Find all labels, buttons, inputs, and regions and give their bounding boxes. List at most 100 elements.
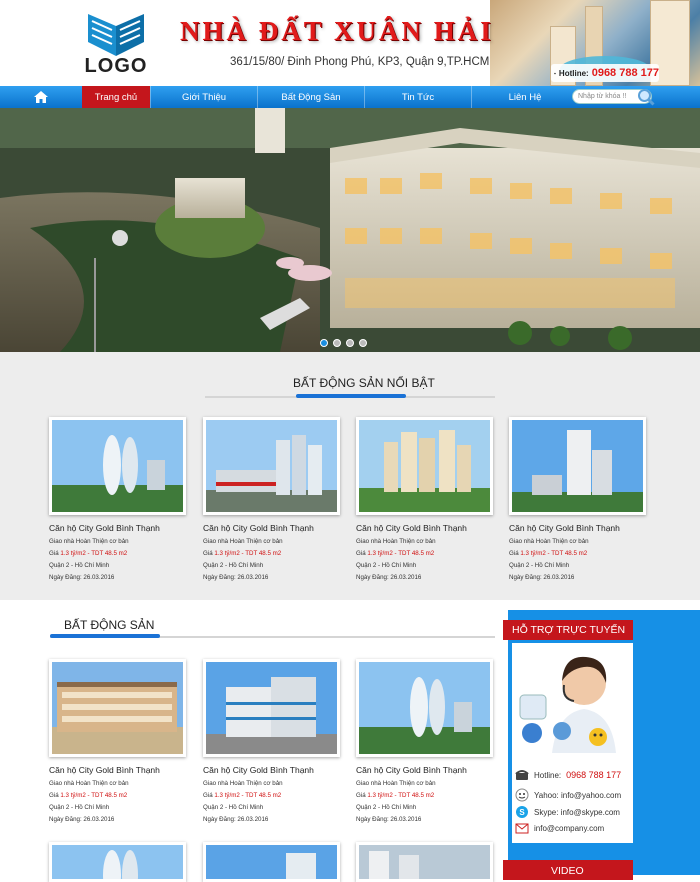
card-name[interactable]: Căn hộ City Gold Bình Thạnh bbox=[49, 523, 186, 533]
card-name[interactable]: Căn hộ City Gold Bình Thạnh bbox=[356, 765, 493, 775]
photo-office-building bbox=[206, 662, 337, 754]
card-date: Ngày Đăng: 26.03.2016 bbox=[49, 574, 186, 581]
property-photo[interactable] bbox=[203, 842, 340, 882]
card-name[interactable]: Căn hộ City Gold Bình Thạnh bbox=[509, 523, 646, 533]
property-photo[interactable] bbox=[356, 417, 493, 515]
yahoo-icon bbox=[515, 788, 529, 802]
support-hotline[interactable]: Hotline: 0968 788 177 bbox=[515, 769, 621, 781]
photo-resort bbox=[52, 662, 183, 754]
video-title: VIDEO bbox=[503, 860, 633, 880]
property-photo[interactable] bbox=[49, 842, 186, 882]
header-hotline[interactable]: Hotline: 0968 788 177 bbox=[551, 64, 659, 82]
featured-card[interactable]: Căn hộ City Gold Bình Thạnh Giao nhà Hoà… bbox=[49, 417, 186, 581]
nav-item-news[interactable]: Tin Tức bbox=[364, 86, 471, 108]
price-label: Giá bbox=[356, 550, 366, 557]
featured-card[interactable]: Căn hộ City Gold Bình Thạnh Giao nhà Hoà… bbox=[203, 417, 340, 581]
price-label: Giá bbox=[49, 550, 59, 557]
card-location: Quận 2 - Hồ Chí Minh bbox=[356, 804, 493, 811]
card-name[interactable]: Căn hộ City Gold Bình Thạnh bbox=[49, 765, 186, 775]
card-desc: Giao nhà Hoàn Thiện cơ bản bbox=[49, 780, 186, 787]
search-input[interactable]: Nhập từ khóa !! bbox=[572, 89, 652, 104]
slider-dot-2[interactable] bbox=[333, 339, 341, 347]
featured-title: BẤT ĐỘNG SẢN NỔI BẬT bbox=[293, 376, 435, 390]
nav-home[interactable] bbox=[0, 86, 82, 108]
property-photo[interactable] bbox=[509, 417, 646, 515]
card-price-line: Giá 1.3 tỷ/m2 - TDT 48.5 m2 bbox=[49, 550, 186, 557]
photo-towers-curved bbox=[52, 420, 183, 512]
property-photo[interactable] bbox=[356, 659, 493, 757]
nav-item-home[interactable]: Trang chủ bbox=[82, 86, 150, 108]
card-date: Ngày Đăng: 26.03.2016 bbox=[203, 816, 340, 823]
featured-card[interactable]: Căn hộ City Gold Bình Thạnh Giao nhà Hoà… bbox=[356, 417, 493, 581]
photo-building-partial bbox=[206, 845, 337, 879]
card-price-line: Giá 1.3 tỷ/m2 - TDT 48.5 m2 bbox=[203, 792, 340, 799]
property-photo[interactable] bbox=[203, 659, 340, 757]
card-price-line: Giá 1.3 tỷ/m2 - TDT 48.5 m2 bbox=[49, 792, 186, 799]
logo-text: LOGO bbox=[80, 55, 152, 78]
price-label: Giá bbox=[356, 792, 366, 799]
support-yahoo[interactable]: Yahoo: info@yahoo.com bbox=[515, 788, 621, 802]
listing-card[interactable]: Căn hộ City Gold Bình Thạnh Giao nhà Hoà… bbox=[203, 659, 340, 823]
card-location: Quận 2 - Hồ Chí Minh bbox=[509, 562, 646, 569]
photo-mall-towers bbox=[206, 420, 337, 512]
skype-icon: S bbox=[515, 805, 529, 819]
card-desc: Giao nhà Hoàn Thiện cơ bản bbox=[49, 538, 186, 545]
card-desc: Giao nhà Hoàn Thiện cơ bản bbox=[509, 538, 646, 545]
card-price: 1.3 tỷ/m2 - TDT 48.5 m2 bbox=[214, 792, 281, 799]
card-desc: Giao nhà Hoàn Thiện cơ bản bbox=[356, 780, 493, 787]
card-date: Ngày Đăng: 26.03.2016 bbox=[49, 816, 186, 823]
slider-dot-3[interactable] bbox=[346, 339, 354, 347]
card-date: Ngày Đăng: 26.03.2016 bbox=[203, 574, 340, 581]
support-hotline-label: Hotline: bbox=[534, 771, 561, 780]
card-price-line: Giá 1.3 tỷ/m2 - TDT 48.5 m2 bbox=[509, 550, 646, 557]
listing-card[interactable]: Căn hộ City Gold Bình Thạnh Giao nhà Hoà… bbox=[49, 659, 186, 823]
property-photo[interactable] bbox=[49, 659, 186, 757]
card-price: 1.3 tỷ/m2 - TDT 48.5 m2 bbox=[60, 792, 127, 799]
featured-card[interactable]: Căn hộ City Gold Bình Thạnh Giao nhà Hoà… bbox=[509, 417, 646, 581]
card-name[interactable]: Căn hộ City Gold Bình Thạnh bbox=[356, 523, 493, 533]
photo-towers-curved bbox=[359, 662, 490, 754]
support-email[interactable]: info@company.com bbox=[515, 822, 604, 834]
listing-card-partial[interactable] bbox=[356, 842, 493, 882]
home-icon bbox=[34, 91, 48, 103]
card-price-line: Giá 1.3 tỷ/m2 - TDT 48.5 m2 bbox=[203, 550, 340, 557]
slider-dot-1[interactable] bbox=[320, 339, 328, 347]
support-skype[interactable]: S Skype: info@skype.com bbox=[515, 805, 620, 819]
search-placeholder: Nhập từ khóa !! bbox=[578, 93, 626, 100]
listing-title: BẤT ĐỘNG SẢN bbox=[64, 618, 154, 632]
slider-dots bbox=[320, 339, 367, 347]
nav-item-real-estate[interactable]: Bất Động Sản bbox=[257, 86, 364, 108]
phone-icon bbox=[554, 68, 556, 79]
svg-text:S: S bbox=[519, 808, 525, 817]
listing-card[interactable]: Căn hộ City Gold Bình Thạnh Giao nhà Hoà… bbox=[356, 659, 493, 823]
hotline-label: Hotline: bbox=[559, 69, 589, 78]
hero-banner[interactable] bbox=[0, 108, 700, 352]
listing-card-partial[interactable] bbox=[203, 842, 340, 882]
site-title: NHÀ ĐẤT XUÂN HẢI bbox=[180, 16, 494, 47]
nav-item-contact[interactable]: Liên Hệ bbox=[471, 86, 578, 108]
search-icon[interactable] bbox=[637, 88, 655, 106]
nav-item-about[interactable]: Giới Thiệu bbox=[150, 86, 257, 108]
support-yahoo-text: Yahoo: info@yahoo.com bbox=[534, 791, 621, 800]
card-desc: Giao nhà Hoàn Thiện cơ bản bbox=[203, 538, 340, 545]
featured-accent-bar bbox=[296, 394, 406, 398]
email-icon bbox=[515, 822, 529, 834]
support-agent-image bbox=[512, 643, 633, 763]
card-desc: Giao nhà Hoàn Thiện cơ bản bbox=[203, 780, 340, 787]
phone-icon bbox=[515, 769, 529, 781]
main-navigation: Trang chủ Giới Thiệu Bất Động Sản Tin Tứ… bbox=[0, 86, 700, 108]
price-label: Giá bbox=[49, 792, 59, 799]
property-photo[interactable] bbox=[203, 417, 340, 515]
card-desc: Giao nhà Hoàn Thiện cơ bản bbox=[356, 538, 493, 545]
property-photo[interactable] bbox=[49, 417, 186, 515]
property-photo[interactable] bbox=[356, 842, 493, 882]
card-location: Quận 2 - Hồ Chí Minh bbox=[203, 804, 340, 811]
listing-card-partial[interactable] bbox=[49, 842, 186, 882]
card-name[interactable]: Căn hộ City Gold Bình Thạnh bbox=[203, 523, 340, 533]
site-logo[interactable]: LOGO bbox=[80, 12, 152, 78]
card-date: Ngày Đăng: 26.03.2016 bbox=[356, 816, 493, 823]
support-hotline-number: 0968 788 177 bbox=[566, 770, 621, 780]
card-name[interactable]: Căn hộ City Gold Bình Thạnh bbox=[203, 765, 340, 775]
card-price: 1.3 tỷ/m2 - TDT 48.5 m2 bbox=[60, 550, 127, 557]
slider-dot-4[interactable] bbox=[359, 339, 367, 347]
